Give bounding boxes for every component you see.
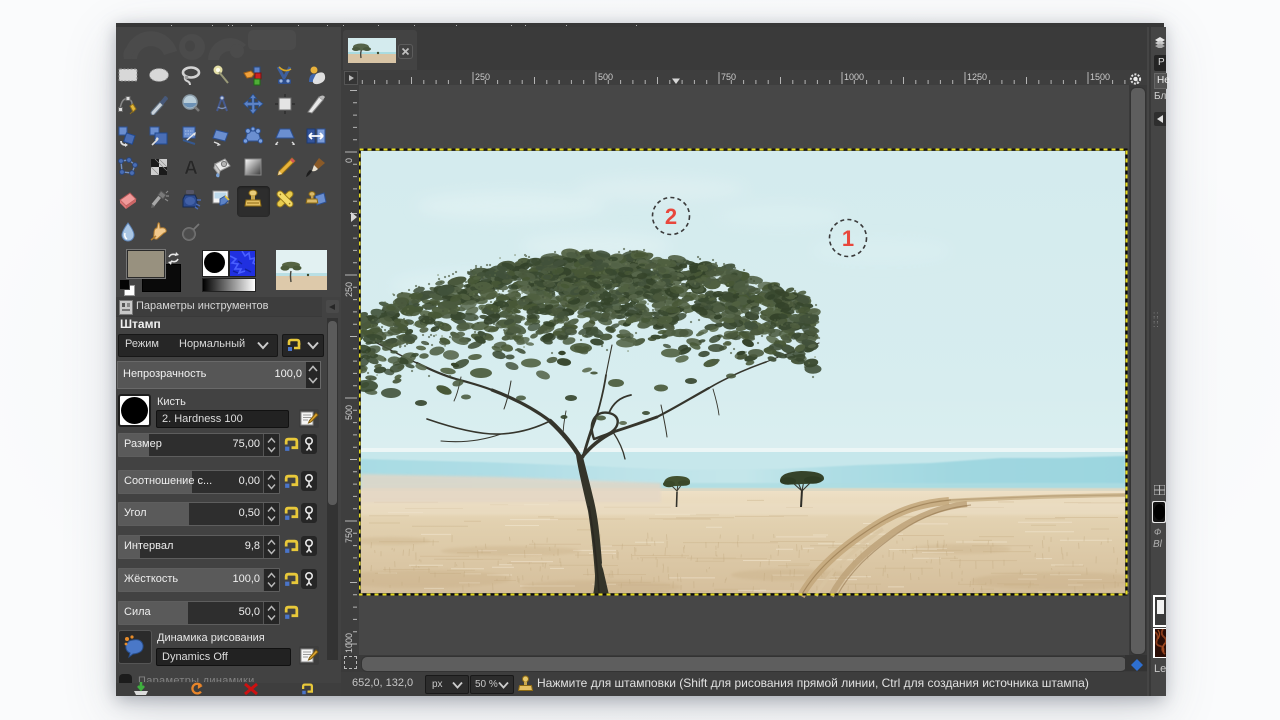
svg-text:250: 250 <box>344 282 354 297</box>
svg-text:500: 500 <box>598 72 613 82</box>
svg-text:1250: 1250 <box>967 72 987 82</box>
svg-text:0: 0 <box>344 158 354 163</box>
svg-text:500: 500 <box>344 405 354 420</box>
svg-text:1: 1 <box>842 226 854 251</box>
svg-text:1000: 1000 <box>844 72 864 82</box>
svg-text:1000: 1000 <box>344 633 354 653</box>
svg-text:750: 750 <box>721 72 736 82</box>
svg-text:1500: 1500 <box>1090 72 1110 82</box>
svg-text:250: 250 <box>475 72 490 82</box>
svg-text:750: 750 <box>344 528 354 543</box>
svg-text:A: A <box>184 158 198 178</box>
svg-text:2: 2 <box>665 204 677 229</box>
